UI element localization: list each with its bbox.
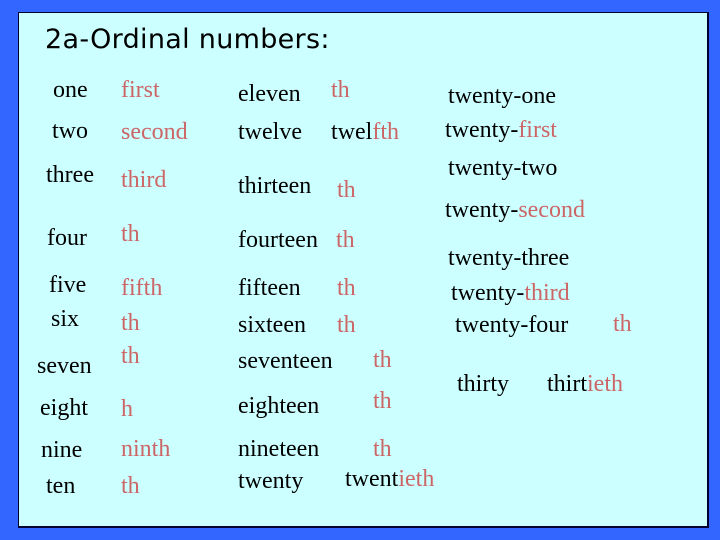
ordinal-thirtieth: thirtieth xyxy=(547,372,623,396)
ordinal-thirtieth-stem: thirt xyxy=(547,371,587,397)
twenty-one-prefix: twenty- xyxy=(448,83,522,109)
twenty-three-suffix: three xyxy=(521,245,570,271)
cardinal-thirty: thirty xyxy=(457,371,509,397)
ordinal-seventh: th xyxy=(121,343,140,369)
twenty-second-prefix: twenty- xyxy=(445,197,519,223)
cardinal-twelve: twelve xyxy=(238,119,302,145)
ordinal-twelfth-suffix: fth xyxy=(372,119,399,145)
cardinal-ten: ten xyxy=(46,473,76,499)
slide-title: 2a-Ordinal numbers: xyxy=(45,24,330,55)
cardinal-thirteen: thirteen xyxy=(238,173,312,199)
cardinal-eighteen: eighteen xyxy=(238,393,320,419)
cardinal-sixteen: sixteen xyxy=(238,312,306,338)
ordinal-twentieth-suffix: ieth xyxy=(398,466,435,492)
cardinal-seven: seven xyxy=(37,353,92,379)
twenty-first-suffix: first xyxy=(518,117,557,143)
twenty-first-prefix: twenty- xyxy=(445,117,519,143)
ordinal-sixteenth: th xyxy=(337,312,356,338)
cardinal-two: two xyxy=(52,118,88,144)
ordinal-second: second xyxy=(121,119,188,145)
twenty-three-prefix: twenty- xyxy=(448,245,522,271)
cardinal-fifteen: fifteen xyxy=(238,275,301,301)
twenty-second: twenty-second xyxy=(445,198,585,222)
ordinal-twelfth-stem: twel xyxy=(331,119,373,145)
cardinal-twenty: twenty xyxy=(238,468,304,494)
twenty-first: twenty-first xyxy=(445,118,557,142)
ordinal-thirteenth: th xyxy=(337,177,356,203)
cardinal-five: five xyxy=(49,272,87,298)
twenty-four: twenty-four xyxy=(455,312,569,338)
ordinal-fourth: th xyxy=(121,221,140,247)
ordinal-ninth: ninth xyxy=(121,436,171,462)
twenty-third-prefix: twenty- xyxy=(451,280,525,306)
cardinal-four: four xyxy=(47,225,87,251)
ordinal-eleventh: th xyxy=(331,77,350,103)
twenty-two-prefix: twenty- xyxy=(448,155,522,181)
ordinal-third: third xyxy=(121,167,167,193)
cardinal-eight: eight xyxy=(40,395,88,421)
ordinal-fifteenth: th xyxy=(337,275,356,301)
cardinal-fourteen: fourteen xyxy=(238,227,318,253)
ordinal-twentieth: twentieth xyxy=(345,467,434,491)
ordinal-fourteenth: th xyxy=(336,227,355,253)
twenty-three: twenty-three xyxy=(448,246,569,270)
twenty-one: twenty-one xyxy=(448,84,556,108)
ordinal-eighteenth: th xyxy=(373,388,392,414)
ordinal-nineteenth: th xyxy=(373,436,392,462)
ordinal-twelfth: twelfth xyxy=(331,120,399,144)
twenty-fourth-suffix: th xyxy=(613,311,632,337)
twenty-third: twenty-third xyxy=(451,281,570,305)
ordinal-tenth: th xyxy=(121,473,140,499)
ordinal-thirtieth-suffix: ieth xyxy=(587,371,623,397)
cardinal-nineteen: nineteen xyxy=(238,436,320,462)
twenty-two: twenty-two xyxy=(448,156,557,180)
cardinal-eleven: eleven xyxy=(238,81,301,107)
twenty-two-suffix: two xyxy=(521,155,558,181)
ordinal-first: first xyxy=(121,77,160,103)
ordinal-fifth: fifth xyxy=(121,275,163,301)
cardinal-six: six xyxy=(51,306,80,332)
ordinal-twentieth-stem: twent xyxy=(345,466,399,492)
cardinal-seventeen: seventeen xyxy=(238,348,333,374)
ordinal-eighth: h xyxy=(121,396,133,422)
ordinal-seventeenth: th xyxy=(373,347,392,373)
cardinal-three: three xyxy=(46,162,94,188)
twenty-third-suffix: third xyxy=(524,280,570,306)
cardinal-nine: nine xyxy=(41,437,83,463)
twenty-second-suffix: second xyxy=(518,197,585,223)
ordinal-sixth: th xyxy=(121,310,140,336)
twenty-one-suffix: one xyxy=(521,83,556,109)
cardinal-one: one xyxy=(53,77,88,103)
